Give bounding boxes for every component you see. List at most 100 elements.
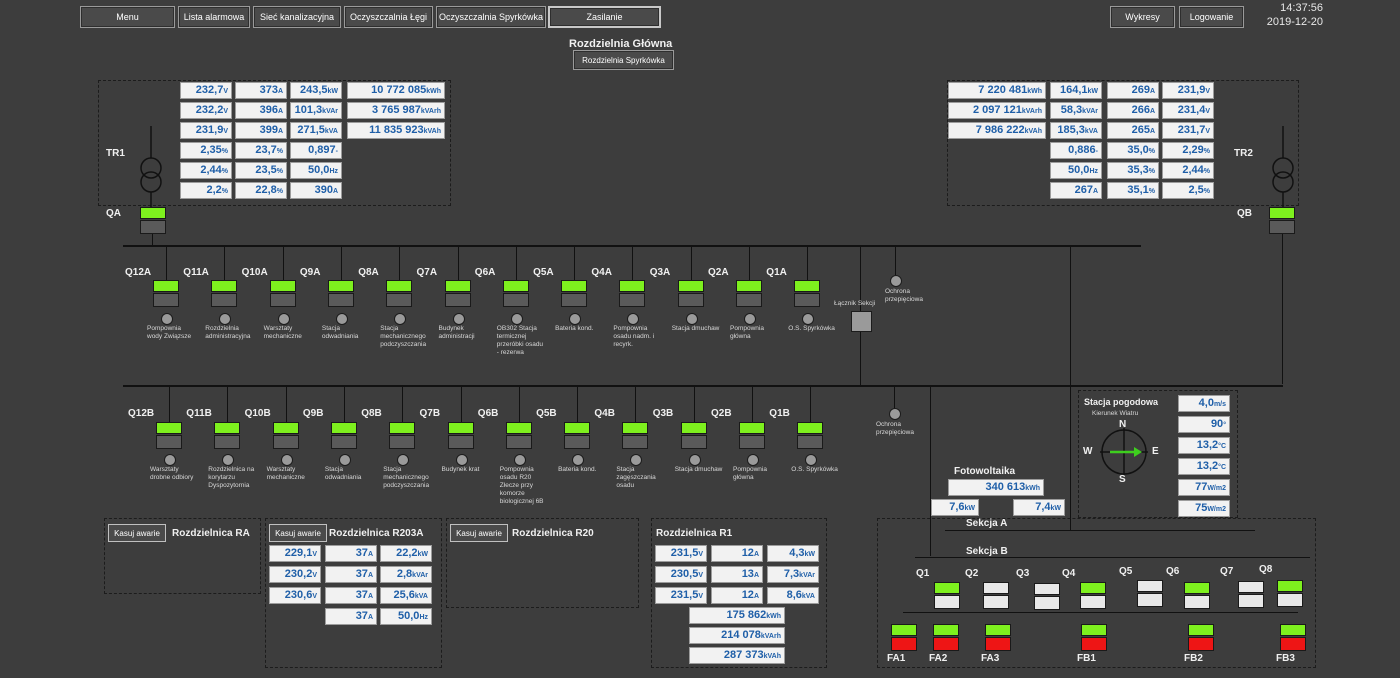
tr1-value-16-unit: %	[276, 168, 283, 175]
busA-feeder-breaker[interactable]	[794, 280, 821, 308]
menu-button[interactable]: Menu	[80, 6, 175, 28]
busA-feeder-line	[690, 246, 692, 280]
weather-value-5-unit: W/m2	[1207, 506, 1226, 513]
busB-feeder-desc: Stacja mechanicznego podczyszczania	[383, 466, 430, 489]
busB-feeder-breaker[interactable]	[564, 422, 591, 450]
section-q-breaker[interactable]	[1238, 581, 1264, 609]
busA-feeder-breaker[interactable]	[619, 280, 646, 308]
busB-feeder-breaker[interactable]	[447, 422, 474, 450]
section-a-label: Sekcja A	[966, 518, 1008, 529]
busA-feeder-indicator	[744, 313, 756, 325]
tr1-value-1: 373A	[235, 82, 287, 99]
section-fa-label: FA3	[981, 653, 1000, 664]
busA-feeder-indicator	[627, 313, 640, 325]
qa-breaker[interactable]	[140, 207, 166, 235]
section-fa-breaker[interactable]	[1280, 624, 1306, 652]
alarm-list-button[interactable]: Lista alarmowa	[178, 6, 250, 28]
r20-reset-button[interactable]: Kasuj awarie	[450, 524, 508, 542]
tr1-value-8: 231,9V	[180, 122, 232, 139]
busA-feeder-breaker[interactable]	[269, 280, 296, 308]
busB-feeder-line	[285, 386, 287, 422]
tr2-value-13-unit: %	[1148, 148, 1155, 155]
busB-feeder-breaker[interactable]	[330, 422, 357, 450]
busA-feeder-desc: Pompownia osadu nadm. i recyrk.	[613, 325, 655, 348]
tr1-value-5-number: 396	[259, 104, 278, 116]
sewer-network-button[interactable]: Sieć kanalizacyjna	[253, 6, 341, 28]
busA-feeder-breaker[interactable]	[561, 280, 588, 308]
busA-feeder-breaker[interactable]	[502, 280, 529, 308]
tr2-value-10-number: 265	[1131, 124, 1150, 136]
section-q-breaker[interactable]	[1184, 582, 1210, 610]
busA-feeder-line	[457, 246, 459, 280]
busB-feeder-breaker[interactable]	[680, 422, 707, 450]
busA-feeder-id: Q6A	[474, 267, 496, 278]
r1-value-2: 4,3kW	[767, 545, 819, 562]
busB-feeder-breaker[interactable]	[156, 422, 182, 450]
ra-reset-button[interactable]: Kasuj awarie	[108, 524, 166, 542]
busB-feeder-breaker[interactable]	[797, 422, 824, 450]
busA-feeder-indicator	[219, 313, 232, 325]
tr1-value-8-unit: V	[223, 128, 228, 135]
tr2-feed-line	[1282, 234, 1283, 384]
section-fa-label: FA2	[929, 653, 948, 664]
busA-feeder-breaker[interactable]	[677, 280, 704, 308]
section-fa-breaker[interactable]	[985, 624, 1011, 652]
tr1-value-6-number: 101,3	[294, 104, 323, 116]
section-q-breaker[interactable]	[1277, 580, 1303, 608]
section-fa-breaker[interactable]	[891, 624, 917, 652]
busB-feeder-breaker[interactable]	[505, 422, 532, 450]
charts-button[interactable]: Wykresy	[1110, 6, 1175, 28]
tr2-value-15: 50,0Hz	[1050, 162, 1102, 179]
section-coupler[interactable]	[851, 311, 872, 332]
spyrkowka-plant-button[interactable]: Oczyszczalnia Spyrkówka	[436, 6, 546, 28]
busB-feeder-desc: Stacja odwadniania	[324, 466, 362, 481]
r1-value-0: 231,5V	[655, 545, 707, 562]
legi-plant-button[interactable]: Oczyszczalnia Łęgi	[344, 6, 433, 28]
busB-feeder-breaker[interactable]	[389, 422, 416, 450]
busA-feeder-breaker[interactable]	[444, 280, 471, 308]
busB-feeder-breaker[interactable]	[272, 422, 299, 450]
section-q-label: Q2	[965, 568, 979, 579]
tr2-value-7-unit: V	[1205, 108, 1210, 115]
busA-feeder-indicator	[335, 313, 348, 325]
busA-feeder-breaker[interactable]	[153, 280, 179, 308]
section-q-breaker[interactable]	[983, 582, 1009, 610]
busB-feeder-breaker[interactable]	[739, 422, 765, 450]
r203a-reset-button[interactable]: Kasuj awarie	[269, 524, 327, 542]
busA-feeder-indicator	[685, 313, 698, 325]
busB-feeder-line	[460, 386, 462, 422]
section-fa-breaker[interactable]	[933, 624, 959, 652]
busA-feeder-breaker[interactable]	[736, 280, 762, 308]
spyrkowka-switchgear-button[interactable]: Rozdzielnia Spyrkówka	[573, 50, 674, 70]
tr2-value-18: 267A	[1050, 182, 1102, 199]
tr1-value-11-unit: kVAh	[423, 128, 441, 135]
busA-feeder-desc: Stacja mechanicznego podczyszczania	[380, 325, 427, 348]
section-q-label: Q3	[1016, 568, 1030, 579]
busA-feeder-breaker[interactable]	[386, 280, 413, 308]
tr2-value-10-unit: A	[1149, 128, 1155, 135]
section-fa-breaker[interactable]	[1081, 624, 1107, 652]
tr2-value-3: 231,9V	[1162, 82, 1214, 99]
busA-feeder-breaker[interactable]	[211, 280, 238, 308]
busB-feeder-desc: Budynek krat	[441, 466, 480, 473]
r1-value-4-unit: A	[753, 572, 759, 579]
section-q-breaker[interactable]	[934, 582, 960, 610]
weather-value-0: 4,0m/s	[1178, 395, 1230, 412]
login-button[interactable]: Logowanie	[1179, 6, 1244, 28]
busB-feeder-id: Q6B	[477, 408, 499, 419]
tr2-value-19-unit: %	[1148, 188, 1155, 195]
busB-feeder-breaker[interactable]	[214, 422, 241, 450]
busB-feeder-breaker[interactable]	[622, 422, 649, 450]
tr2-value-11: 231,7V	[1162, 122, 1214, 139]
r203a-value-4: 37A	[325, 566, 377, 583]
r203a-value-1-unit: A	[367, 551, 373, 558]
section-q-breaker[interactable]	[1137, 580, 1163, 608]
busB-feeder-desc: Pompownia osadu R20 Złecze przy komorze …	[499, 466, 544, 505]
busB-feeder-indicator	[455, 454, 468, 466]
zasilanie-button[interactable]: Zasilanie	[548, 6, 661, 28]
section-fa-breaker[interactable]	[1188, 624, 1214, 652]
section-q-breaker[interactable]	[1080, 582, 1106, 610]
section-q-breaker[interactable]	[1034, 583, 1060, 611]
busA-feeder-breaker[interactable]	[327, 280, 354, 308]
qb-breaker[interactable]	[1269, 207, 1295, 235]
